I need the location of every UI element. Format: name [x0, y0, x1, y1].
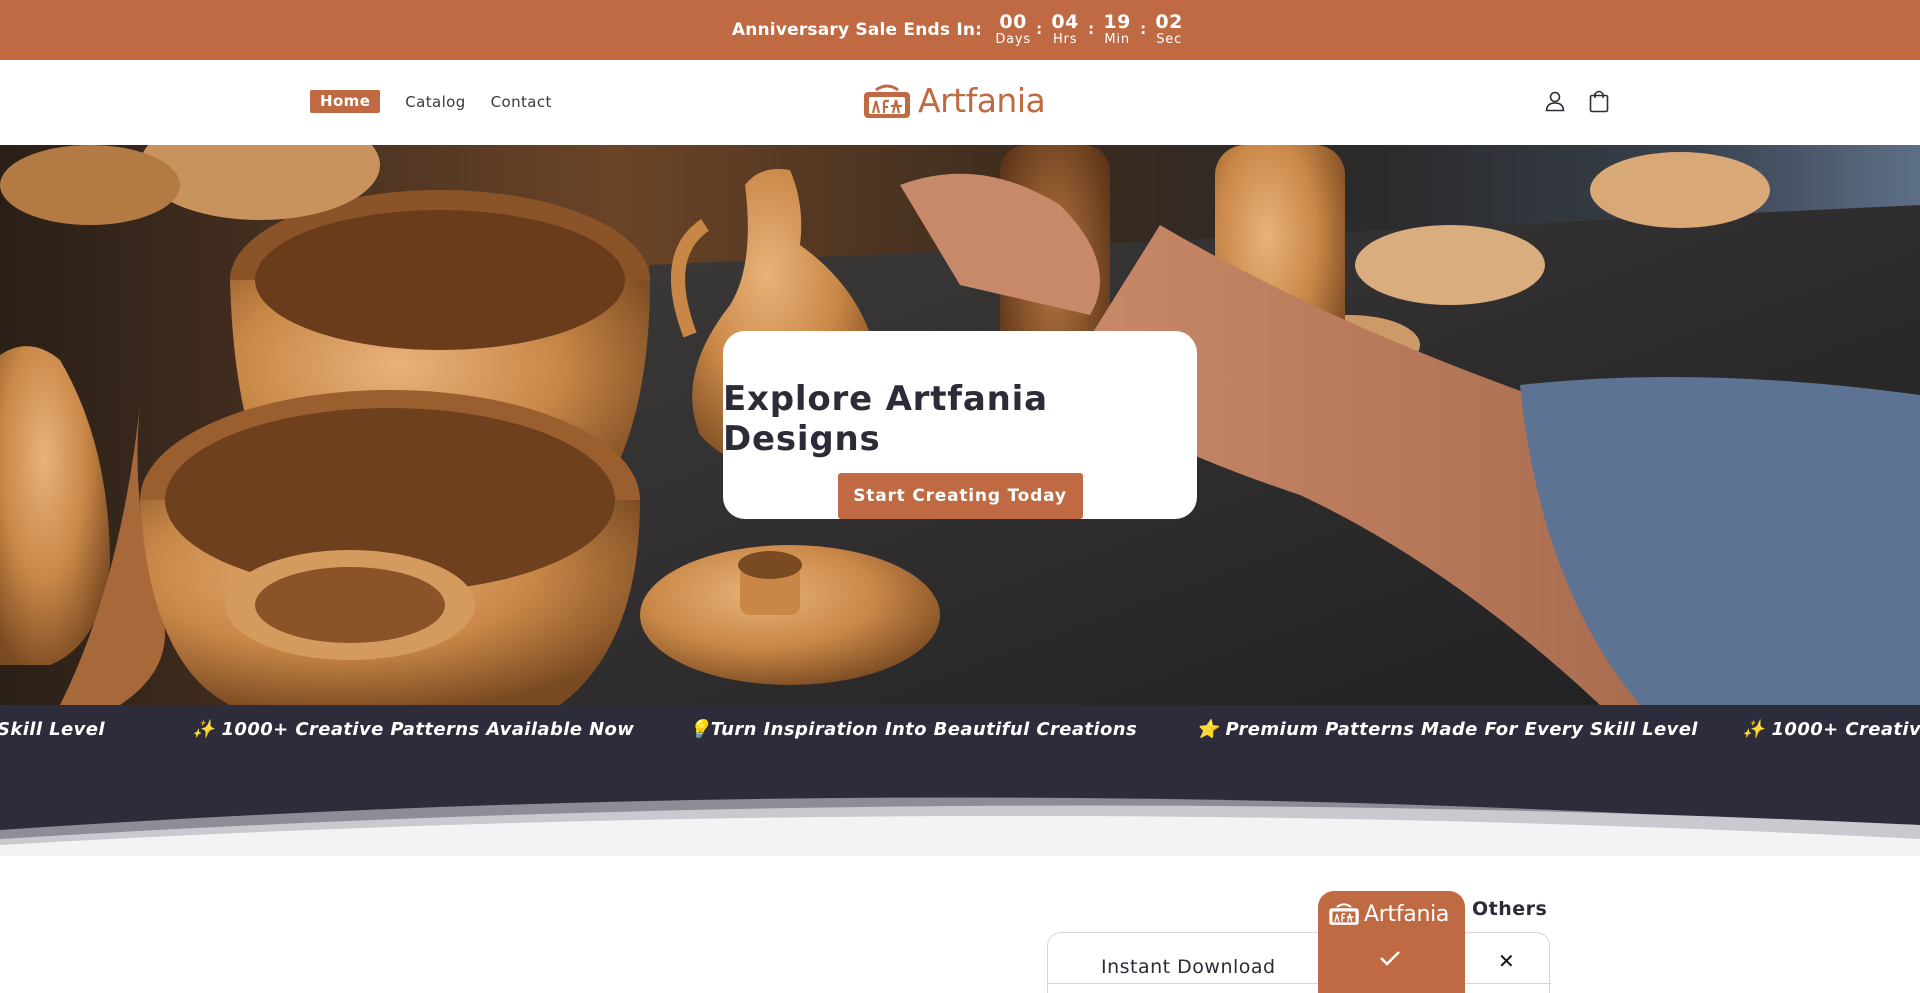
announcement-bar: Anniversary Sale Ends In: 00 Days : 04 H… [0, 0, 1920, 60]
site-logo[interactable]: Artfania [862, 81, 1046, 120]
row-divider [1048, 983, 1551, 984]
countdown-separator: : [1036, 20, 1043, 38]
cart-bag-icon[interactable] [1588, 89, 1610, 117]
hero-card: Explore Artfania Designs Start Creating … [723, 331, 1197, 519]
nav-catalog-link[interactable]: Catalog [405, 93, 465, 111]
countdown-days-unit: Days [995, 32, 1031, 47]
hero-banner: Explore Artfania Designs Start Creating … [0, 145, 1920, 705]
countdown-separator: : [1088, 20, 1095, 38]
countdown-hours-unit: Hrs [1052, 32, 1078, 47]
countdown-separator: : [1140, 20, 1147, 38]
countdown-seconds: 02 Sec [1150, 11, 1188, 48]
account-icon[interactable] [1544, 90, 1566, 116]
countdown-hours-value: 04 [1051, 11, 1079, 33]
artfania-logo-icon [864, 84, 910, 118]
marquee-item: 💡Turn Inspiration Into Beautiful Creatio… [688, 719, 1138, 740]
marquee-band: Skill Level ✨ 1000+ Creative Patterns Av… [0, 705, 1920, 855]
logo-wordmark: Artfania [918, 81, 1046, 120]
check-icon [1380, 951, 1400, 966]
countdown-seconds-unit: Sec [1156, 32, 1183, 47]
sale-label: Anniversary Sale Ends In: [731, 20, 983, 40]
marquee-item: ⭐ Premium Patterns Made For Every Skill … [1196, 719, 1698, 740]
countdown-hours: 04 Hrs [1046, 11, 1084, 48]
nav-home-link[interactable]: Home [310, 90, 381, 113]
marquee-item: ✨ 1000+ Creative P [1742, 719, 1920, 740]
nav-contact-link[interactable]: Contact [491, 93, 552, 111]
header-actions [1544, 89, 1610, 117]
countdown-days: 00 Days [994, 11, 1032, 48]
start-creating-button[interactable]: Start Creating Today [837, 473, 1083, 519]
countdown-minutes-value: 19 [1103, 11, 1131, 33]
hero-title: Explore Artfania Designs [723, 379, 1048, 459]
marquee-item: Skill Level [0, 719, 105, 740]
artfania-logo-icon [1329, 903, 1359, 925]
others-column-label: Others [1472, 898, 1548, 920]
artfania-column: Artfania [1318, 891, 1465, 993]
feature-label: Instant Download [1101, 956, 1276, 978]
artfania-column-logo: Artfania [1328, 901, 1449, 927]
main-nav: Home Catalog Contact [310, 90, 577, 113]
artfania-column-wordmark: Artfania [1364, 901, 1450, 927]
countdown-minutes-unit: Min [1104, 32, 1130, 47]
comparison-table: Instant Download [1047, 932, 1551, 993]
site-header: Home Catalog Contact Artfania [0, 60, 1920, 145]
marquee-item: ✨ 1000+ Creative Patterns Available Now [192, 719, 635, 740]
countdown-seconds-value: 02 [1155, 11, 1183, 33]
countdown-minutes: 19 Min [1098, 11, 1136, 48]
comparison-section: Instant Download Artfania Others ✕ [0, 856, 1920, 993]
cross-icon: ✕ [1498, 949, 1515, 973]
countdown-days-value: 00 [999, 11, 1027, 33]
